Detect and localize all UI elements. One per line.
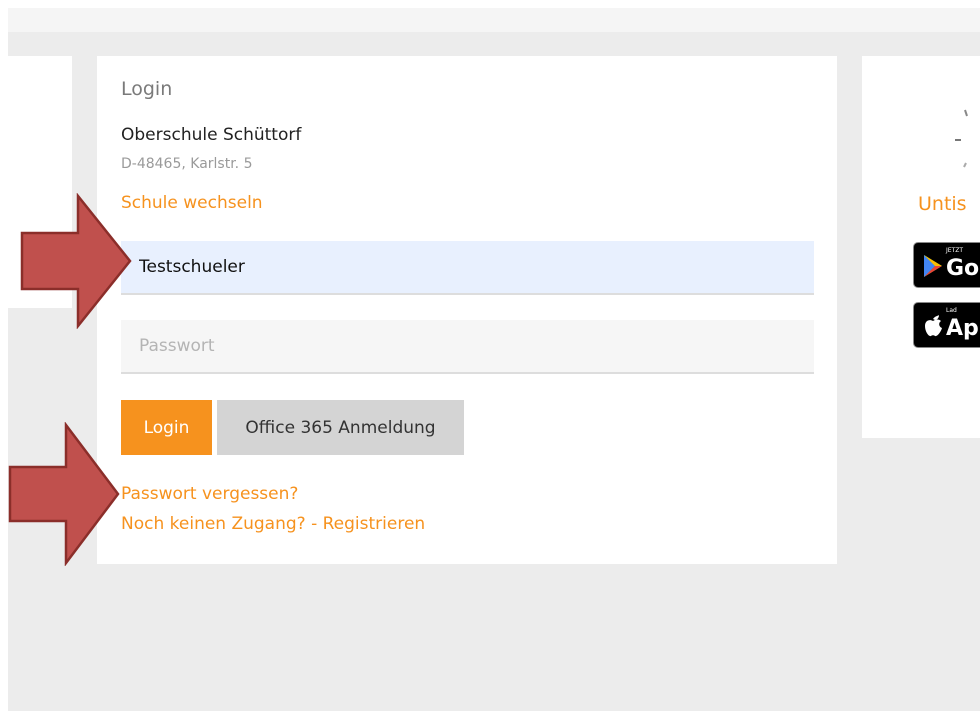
app-store-badge[interactable]: Lad Ap — [913, 302, 980, 348]
app-store-text: Ap — [946, 316, 979, 341]
login-card: Login Oberschule Schüttorf D-48465, Karl… — [97, 56, 837, 564]
google-play-icon — [924, 255, 942, 277]
google-play-small-text: JETZT — [946, 247, 964, 254]
app-heading: Untis — [918, 193, 967, 215]
loading-spinner-icon — [955, 109, 968, 168]
switch-school-link[interactable]: Schule wechseln — [121, 193, 263, 213]
top-bar — [8, 8, 980, 32]
apple-icon — [925, 315, 942, 337]
annotation-arrow-forgot-password — [8, 422, 120, 566]
register-link[interactable]: Noch keinen Zugang? - Registrieren — [121, 514, 425, 534]
forgot-password-link[interactable]: Passwort vergessen? — [121, 484, 298, 504]
annotation-arrow-username — [20, 193, 132, 329]
password-field[interactable] — [121, 320, 814, 374]
username-field[interactable] — [121, 241, 814, 295]
office365-login-button[interactable]: Office 365 Anmeldung — [217, 400, 464, 455]
google-play-text: Go — [946, 256, 980, 281]
app-download-card: Untis JETZT Go Lad Ap — [862, 56, 980, 438]
login-button[interactable]: Login — [121, 400, 212, 455]
school-address: D-48465, Karlstr. 5 — [121, 156, 253, 172]
app-store-small-text: Lad — [946, 307, 957, 314]
google-play-badge[interactable]: JETZT Go — [913, 242, 980, 288]
login-title: Login — [121, 78, 173, 100]
school-name: Oberschule Schüttorf — [121, 125, 302, 145]
